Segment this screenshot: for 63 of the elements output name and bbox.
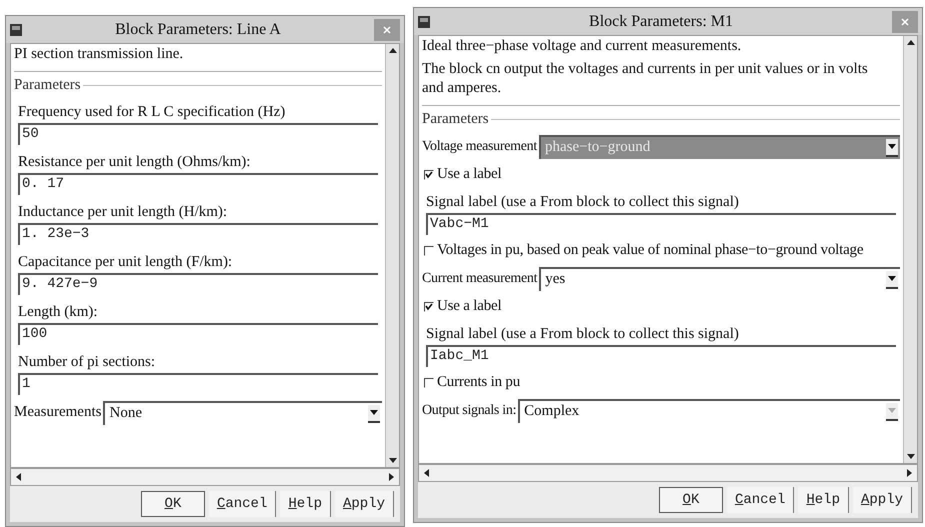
window-icon xyxy=(418,16,430,28)
close-button[interactable] xyxy=(892,10,918,32)
close-icon[interactable] xyxy=(383,26,391,34)
checked-checkbox-icon[interactable] xyxy=(424,302,434,312)
checkbox-icon[interactable] xyxy=(424,246,434,256)
field-label: Signal label (use a From block to collect this signal) xyxy=(426,192,740,212)
dropdown-label: Output signals in: xyxy=(422,402,518,420)
input-field[interactable]: 9. 427e−9 xyxy=(18,272,378,294)
dropdown[interactable]: None xyxy=(103,400,382,424)
close-icon[interactable] xyxy=(901,18,909,26)
dropdown-label: Current measurement xyxy=(422,270,538,288)
input-field[interactable]: Vabc−M1 xyxy=(426,212,896,234)
field-label: Number of pi sections: xyxy=(18,352,156,372)
dialog-button[interactable]: OK xyxy=(140,491,205,517)
scroll-up-icon[interactable] xyxy=(906,38,916,48)
dropdown[interactable]: yes xyxy=(539,266,900,290)
input-field[interactable]: 1 xyxy=(18,372,378,394)
vertical-scrollbar[interactable] xyxy=(903,36,917,463)
field-label: Resistance per unit length (Ohms/km): xyxy=(18,152,252,172)
scroll-right-icon[interactable] xyxy=(904,468,914,478)
description-text: The block cn output the voltages and currents in per unit values or in volts and amperes. xyxy=(422,60,869,98)
window-icon xyxy=(10,24,22,36)
checkbox-label: Voltages in pu, based on peak value of nominal phase−to−ground voltage xyxy=(437,241,864,260)
dialog-button[interactable]: Help xyxy=(280,491,331,517)
dialog-button[interactable]: Apply xyxy=(334,491,394,517)
horizontal-scrollbar[interactable] xyxy=(10,468,400,486)
input-field[interactable]: Iabc_M1 xyxy=(426,344,896,366)
scroll-down-icon[interactable] xyxy=(906,451,916,461)
window-title: Block Parameters: M1 xyxy=(588,12,734,32)
field-label: Length (km): xyxy=(18,302,99,322)
description-text: PI section transmission line. xyxy=(14,45,184,64)
checked-checkbox-icon[interactable] xyxy=(424,170,434,180)
scroll-up-icon[interactable] xyxy=(388,46,398,56)
dialog-button[interactable]: Cancel xyxy=(726,487,794,513)
input-field[interactable]: 0. 17 xyxy=(18,172,378,194)
input-field[interactable]: 50 xyxy=(18,122,378,144)
scroll-left-icon[interactable] xyxy=(14,472,24,482)
dialog-button[interactable]: OK xyxy=(658,487,723,513)
dialog-button[interactable]: Help xyxy=(798,487,849,513)
input-field[interactable]: 1. 23e−3 xyxy=(18,222,378,244)
scroll-left-icon[interactable] xyxy=(422,468,432,478)
field-label: Frequency used for R L C specification (Hz) xyxy=(18,102,286,122)
group-label: Parameters xyxy=(14,76,81,95)
checkbox-label: Currents in pu xyxy=(437,373,520,392)
group-label: Parameters xyxy=(422,110,489,129)
dialog-button[interactable]: Cancel xyxy=(208,491,276,517)
checkbox-label: Use a label xyxy=(437,165,502,184)
field-label: Capacitance per unit length (F/km): xyxy=(18,252,234,272)
checkbox-icon[interactable] xyxy=(424,378,434,388)
vertical-scrollbar[interactable] xyxy=(385,44,399,467)
field-label: Inductance per unit length (H/km): xyxy=(18,202,228,222)
field-label: Signal label (use a From block to collect this signal) xyxy=(426,324,740,344)
scroll-down-icon[interactable] xyxy=(388,455,398,465)
description-text: Ideal three−phase voltage and current measurements. xyxy=(422,37,742,56)
dialog-button[interactable]: Apply xyxy=(852,487,912,513)
window-title: Block Parameters: Line A xyxy=(114,20,282,40)
close-button[interactable] xyxy=(374,18,400,40)
scroll-right-icon[interactable] xyxy=(386,472,396,482)
dropdown-label: Voltage measurement xyxy=(422,138,538,156)
horizontal-scrollbar[interactable] xyxy=(418,464,918,482)
checkbox-label: Use a label xyxy=(437,297,502,316)
input-field[interactable]: 100 xyxy=(18,322,378,344)
dropdown-label: Measurements xyxy=(14,403,102,422)
